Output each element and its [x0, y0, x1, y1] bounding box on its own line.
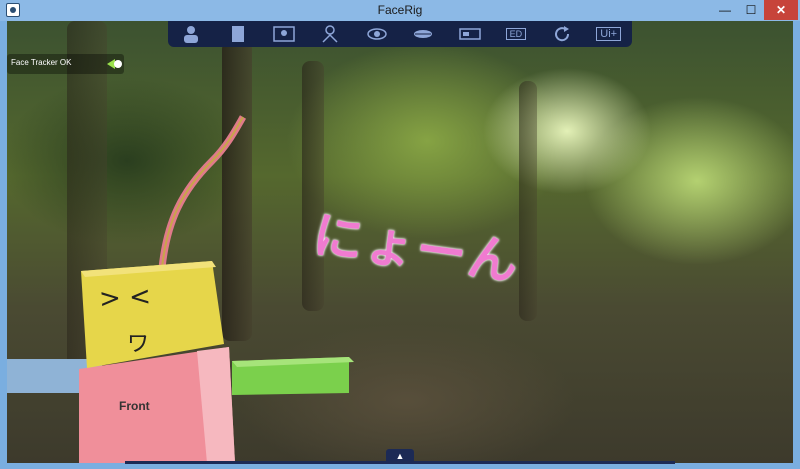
- face-eyes: > <: [98, 281, 152, 315]
- main-toolbar: ED Ui+: [168, 21, 632, 47]
- minimize-button[interactable]: —: [712, 0, 738, 20]
- chevron-up-icon: ▲: [395, 451, 405, 461]
- maximize-button[interactable]: ☐: [738, 0, 764, 20]
- close-button[interactable]: ✕: [764, 0, 798, 20]
- settings-panel-button[interactable]: [450, 24, 490, 44]
- window-title: FaceRig: [377, 3, 423, 17]
- antenna: [158, 115, 247, 269]
- record-icon: ED: [505, 28, 527, 40]
- lips-icon: [414, 30, 433, 38]
- eye-icon: [367, 28, 387, 40]
- camera-viewport: > < ワ Front にょーん: [7, 21, 793, 463]
- settings-panel-icon: [458, 28, 481, 40]
- tracking-icon: [322, 25, 338, 43]
- shirt-label: Front: [119, 399, 150, 413]
- refresh-button[interactable]: [542, 24, 582, 44]
- face-mouth: ワ: [127, 332, 150, 357]
- avatar-button[interactable]: [171, 24, 211, 44]
- ui-plus-icon: Ui+: [596, 27, 622, 41]
- tracking-button[interactable]: [310, 24, 350, 44]
- ui-plus-button[interactable]: Ui+: [589, 24, 629, 44]
- film-icon: [229, 26, 246, 42]
- background-icon: [273, 26, 295, 42]
- expand-panel-button[interactable]: ▲: [386, 449, 414, 463]
- status-text: Face Tracker OK: [11, 58, 72, 67]
- film-button[interactable]: [218, 24, 258, 44]
- avatar-icon: [184, 26, 199, 43]
- facerig-window: FaceRig — ☐ ✕ > < ワ Front にょーん ED Ui+ Fa…: [0, 0, 800, 469]
- face-tracker-status: Face Tracker OK: [7, 54, 124, 74]
- background-button[interactable]: [264, 24, 304, 44]
- record-button[interactable]: ED: [496, 24, 536, 44]
- eye-button[interactable]: [357, 24, 397, 44]
- title-bar[interactable]: FaceRig — ☐ ✕: [0, 0, 800, 21]
- tracker-ok-icon: [107, 59, 122, 69]
- lips-button[interactable]: [403, 24, 443, 44]
- refresh-icon: [555, 26, 570, 42]
